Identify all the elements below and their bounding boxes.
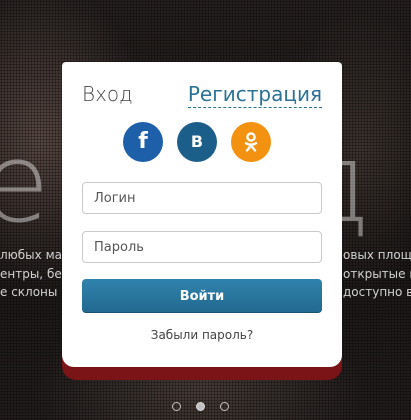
carousel-dot[interactable] [172,402,181,411]
hero-line-left: е склоны и [0,285,69,299]
facebook-icon: f [138,129,148,154]
hero-line-right: открытые в [343,266,411,281]
social-login: f В [123,122,283,162]
auth-tabs: Вход Регистрация [82,82,322,112]
hero-line-left: любых мас [0,248,69,262]
hero-line-right: доступно в [343,285,411,299]
vk-login-button[interactable]: В [177,122,217,162]
carousel-pagination [172,402,236,414]
odnoklassniki-icon [244,132,258,152]
login-input[interactable] [82,182,322,214]
forgot-password-link[interactable]: Забыли пароль? [62,328,342,342]
hero-line-right: овых площа [343,248,411,262]
tab-login[interactable]: Вход [82,82,133,106]
facebook-login-button[interactable]: f [123,122,163,162]
carousel-dot-active[interactable] [196,402,205,411]
password-input[interactable] [82,231,322,263]
carousel-dot[interactable] [220,402,229,411]
submit-login-button[interactable]: Войти [82,279,322,313]
hero-line-left: ентры, бег [0,266,69,281]
vk-icon: В [190,132,204,151]
tab-register[interactable]: Регистрация [187,82,322,108]
login-modal: Вход Регистрация f В Войти Забыли пароль… [62,62,342,367]
ok-login-button[interactable] [231,122,271,162]
